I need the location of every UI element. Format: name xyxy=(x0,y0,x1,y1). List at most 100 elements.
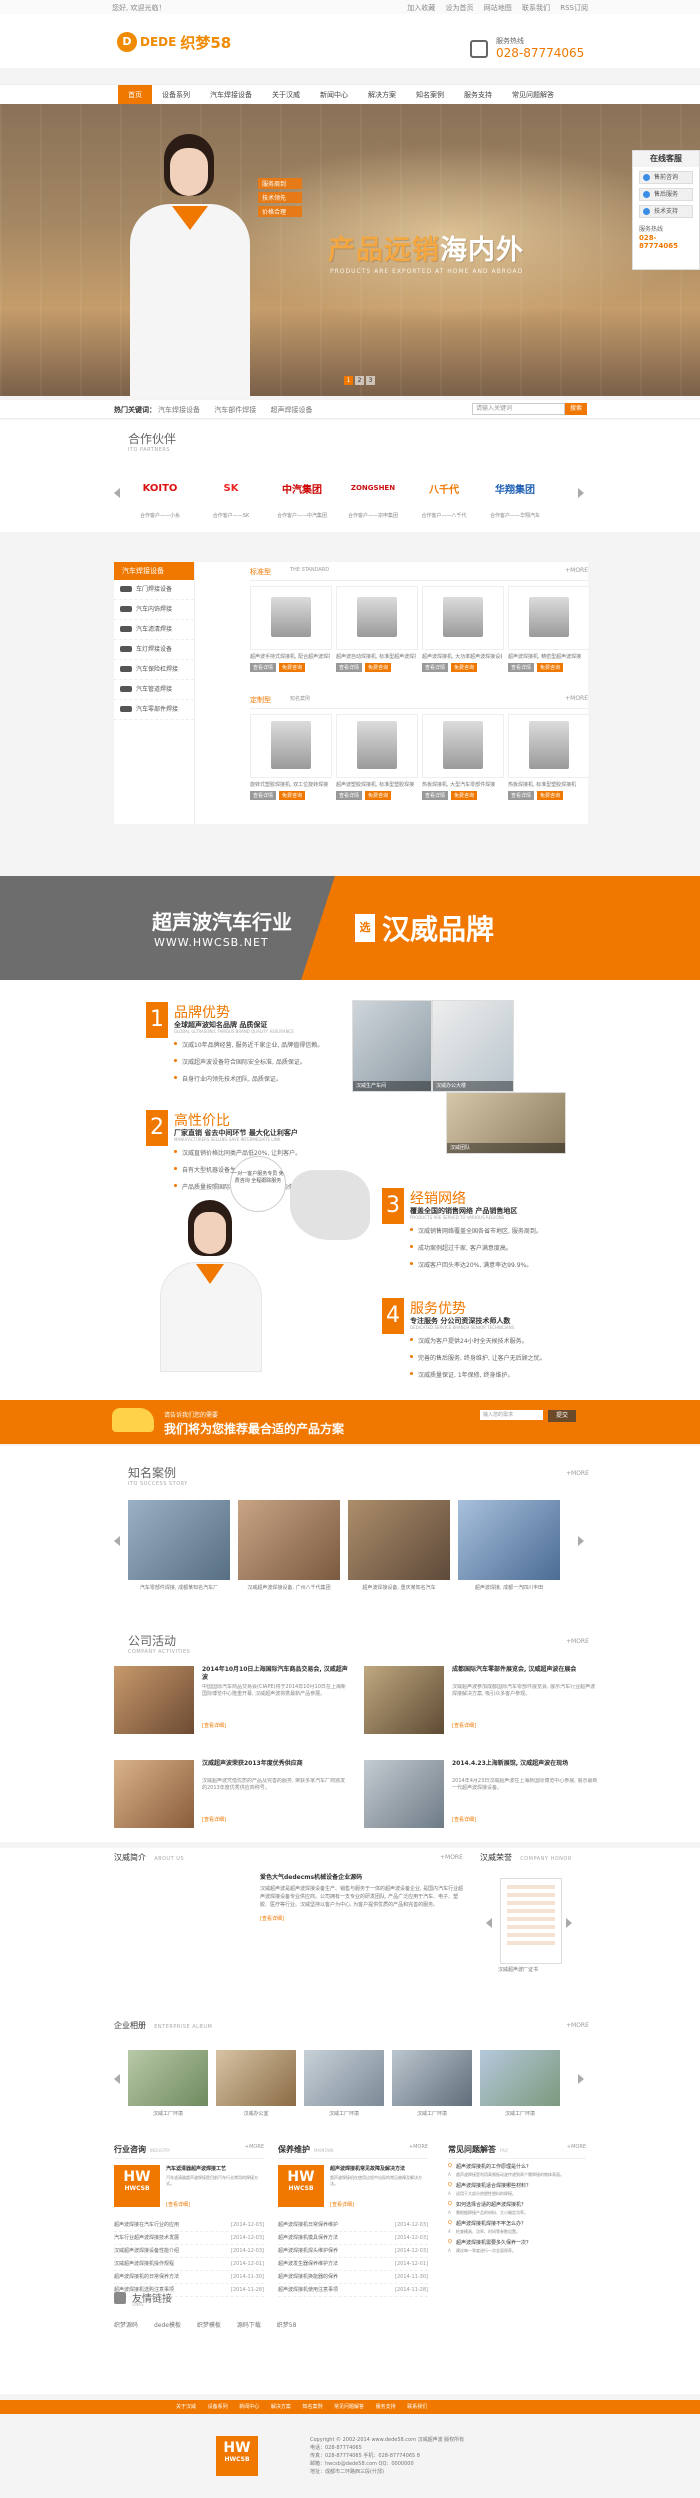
product-card[interactable]: 旋转式塑胶焊接机, 双工位旋转焊接 查看详情 免费咨询 xyxy=(250,714,332,800)
activity-item[interactable]: 2014.4.23上海新展馆, 汉威超声波在现场 2014年4月23日汉威超声波… xyxy=(364,1760,598,1830)
faq-item[interactable]: 如何选择合适的超声波焊接机？需根据焊接产品的材料、大小确定功率。 xyxy=(448,2201,586,2216)
product-category-item[interactable]: 汽车保险杠焊接 xyxy=(114,660,194,680)
hot-keyword-link[interactable]: 超声焊接设备 xyxy=(270,406,312,414)
cases-next-arrow[interactable] xyxy=(578,1536,584,1546)
product-category-item[interactable]: 汽车管道焊接 xyxy=(114,680,194,700)
product-category-item[interactable]: 车门焊接设备 xyxy=(114,580,194,600)
product-consult-button[interactable]: 免费咨询 xyxy=(451,791,478,800)
product-consult-button[interactable]: 免费咨询 xyxy=(537,663,564,672)
product-consult-button[interactable]: 免费咨询 xyxy=(279,663,306,672)
product-card[interactable]: 超声波自动焊接机, 标准型超声波焊接 查看详情 免费咨询 xyxy=(336,586,418,672)
cta-need-input[interactable]: 输入您的需求 xyxy=(480,1410,543,1420)
intro-detail-link[interactable]: [查看详细] xyxy=(260,1915,468,1922)
album-item[interactable]: 汉威工厂环境 xyxy=(304,2050,384,2117)
list-item[interactable]: 超声波焊接机换能器的保养 [2014-11-30] xyxy=(278,2271,428,2284)
friend-link[interactable]: 织梦源码 xyxy=(114,2322,138,2329)
products-more-link[interactable]: +MORE xyxy=(565,567,588,574)
hero-banner[interactable]: 服务周到 技术领先 价格合理 产品远销海内外 PRODUCTS ARE EXPO… xyxy=(0,104,700,396)
product-card[interactable]: 超声波焊接机, 精密型超声波焊接 查看详情 免费咨询 xyxy=(508,586,590,672)
nav-item-faq[interactable]: 常见问题解答 xyxy=(502,85,564,105)
maintain-more-link[interactable]: +MORE xyxy=(409,2144,428,2150)
nav-item-news[interactable]: 新闻中心 xyxy=(310,85,358,105)
footer-nav-link[interactable]: 关于汉威 xyxy=(176,2404,196,2410)
product-detail-button[interactable]: 查看详情 xyxy=(336,663,363,672)
qq-presales-button[interactable]: 售前咨询 xyxy=(639,171,693,184)
activity-link[interactable]: [查看详细] xyxy=(202,1722,226,1729)
activity-link[interactable]: [查看详细] xyxy=(202,1816,226,1823)
album-item[interactable]: 汉威工厂环境 xyxy=(128,2050,208,2117)
cases-more-link[interactable]: +MORE xyxy=(566,1470,589,1477)
tab-custom[interactable]: 定制型 xyxy=(250,695,271,705)
friend-link[interactable]: dede模板 xyxy=(154,2322,181,2329)
footer-nav-link[interactable]: 新闻中心 xyxy=(239,2404,259,2410)
hot-keyword-link[interactable]: 汽车焊接设备 xyxy=(158,406,200,414)
product-card[interactable]: 超声波塑胶焊接机, 标准型塑胶焊接 查看详情 免费咨询 xyxy=(336,714,418,800)
product-card[interactable]: 热板焊接机, 标准型塑胶焊接机 查看详情 免费咨询 xyxy=(508,714,590,800)
product-consult-button[interactable]: 免费咨询 xyxy=(279,791,306,800)
list-item[interactable]: 超声波焊接机焊头维护保养 [2014-12-03] xyxy=(278,2245,428,2258)
honor-prev-arrow[interactable] xyxy=(486,1918,492,1928)
nav-item-auto-welding[interactable]: 汽车焊接设备 xyxy=(200,85,262,105)
list-item[interactable]: 超声波焊接机的日常保养方法 [2014-11-30] xyxy=(114,2271,264,2284)
product-detail-button[interactable]: 查看详情 xyxy=(508,663,535,672)
honor-certificate[interactable] xyxy=(500,1878,562,1964)
faq-item[interactable]: 超声波焊接机适合焊接哪些材料？适用于大部分热塑性塑料的焊接。 xyxy=(448,2182,586,2197)
list-item[interactable]: 超声波焊接机日常保养维护 [2014-12-03] xyxy=(278,2219,428,2232)
banner-dot[interactable]: 2 xyxy=(355,376,364,385)
product-detail-button[interactable]: 查看详情 xyxy=(250,791,277,800)
list-item[interactable]: 超声波发生器保养维护方法 [2014-12-01] xyxy=(278,2258,428,2271)
case-card[interactable]: 汉威超声波焊接设备, 广州八千代集团 xyxy=(238,1500,340,1591)
top-link-sitemap[interactable]: 网站地图 xyxy=(484,4,512,12)
footer-nav-link[interactable]: 设备系列 xyxy=(208,2404,228,2410)
faq-more-link[interactable]: +MORE xyxy=(567,2144,586,2150)
site-logo[interactable]: D DEDE 织梦58 xyxy=(117,30,231,54)
friend-link[interactable]: 织梦模板 xyxy=(197,2322,221,2329)
case-card[interactable]: 超声波焊接, 成都一汽四川丰田 xyxy=(458,1500,560,1591)
faq-item[interactable]: 超声波焊接机焊接不牢怎么办？检查模具、功率、时间等参数设置。 xyxy=(448,2220,586,2235)
partner-card[interactable]: 中汽集团 合作客户——中汽集团 xyxy=(270,470,334,530)
partners-prev-arrow[interactable] xyxy=(114,488,120,498)
activity-link[interactable]: [查看详细] xyxy=(452,1722,476,1729)
partner-card[interactable]: ZONGSHEN 合作客户——宗申集团 xyxy=(341,470,405,530)
footer-nav-link[interactable]: 服务支持 xyxy=(376,2404,396,2410)
list-item[interactable]: 汉威超声波焊接设备性能介绍 [2014-12-03] xyxy=(114,2245,264,2258)
industry-feature-link[interactable]: [查看详细] xyxy=(166,2201,190,2208)
hot-keyword-link[interactable]: 汽车部件焊接 xyxy=(214,406,256,414)
friend-link[interactable]: 织梦58 xyxy=(277,2322,297,2329)
activity-item[interactable]: 汉威超声波荣获2013年度优秀供应商 汉威超声波凭借优质的产品及完善的服务, 荣… xyxy=(114,1760,348,1830)
product-category-item[interactable]: 汽车滤清焊接 xyxy=(114,620,194,640)
product-detail-button[interactable]: 查看详情 xyxy=(422,663,449,672)
qq-aftersales-button[interactable]: 售后服务 xyxy=(639,188,693,201)
partners-next-arrow[interactable] xyxy=(578,488,584,498)
product-consult-button[interactable]: 免费咨询 xyxy=(365,791,392,800)
product-detail-button[interactable]: 查看详情 xyxy=(250,663,277,672)
banner-dot[interactable]: 1 xyxy=(344,376,353,385)
search-button[interactable]: 搜索 xyxy=(565,403,587,415)
case-card[interactable]: 汽车零部件焊接, 成都某知名汽车厂 xyxy=(128,1500,230,1591)
activity-item[interactable]: 2014年10月10日上海国际汽车商品交易会, 汉威超声波 中国国际汽车商品交易… xyxy=(114,1666,348,1736)
friend-link[interactable]: 源码下载 xyxy=(237,2322,261,2329)
product-category-item[interactable]: 车灯焊接设备 xyxy=(114,640,194,660)
nav-item-support[interactable]: 服务支持 xyxy=(454,85,502,105)
product-consult-button[interactable]: 免费咨询 xyxy=(537,791,564,800)
cases-prev-arrow[interactable] xyxy=(114,1536,120,1546)
partner-card[interactable]: KOITO 合作客户——小糸 xyxy=(128,470,192,530)
products-custom-more-link[interactable]: +MORE xyxy=(565,695,588,702)
partner-card[interactable]: 八千代 合作客户——八千代 xyxy=(412,470,476,530)
album-next-arrow[interactable] xyxy=(578,2074,584,2084)
list-item[interactable]: 汽车行业超声波焊接技术发展 [2014-12-03] xyxy=(114,2232,264,2245)
product-consult-button[interactable]: 免费咨询 xyxy=(365,663,392,672)
product-category-item[interactable]: 汽车内饰焊接 xyxy=(114,600,194,620)
nav-item-about[interactable]: 关于汉威 xyxy=(262,85,310,105)
nav-item-cases[interactable]: 知名案例 xyxy=(406,85,454,105)
top-link-favorite[interactable]: 加入收藏 xyxy=(407,4,435,12)
intro-more-link[interactable]: +MORE xyxy=(440,1854,463,1861)
activities-more-link[interactable]: +MORE xyxy=(566,1638,589,1645)
product-detail-button[interactable]: 查看详情 xyxy=(336,791,363,800)
footer-nav-link[interactable]: 联系我们 xyxy=(407,2404,427,2410)
top-link-contact[interactable]: 联系我们 xyxy=(522,4,550,12)
partner-card[interactable]: SK 合作客户——SK xyxy=(199,470,263,530)
album-item[interactable]: 汉威办公室 xyxy=(216,2050,296,2117)
tab-standard[interactable]: 标准型 xyxy=(250,567,271,577)
list-item[interactable]: 超声波焊接机模具保养方法 [2014-12-03] xyxy=(278,2232,428,2245)
